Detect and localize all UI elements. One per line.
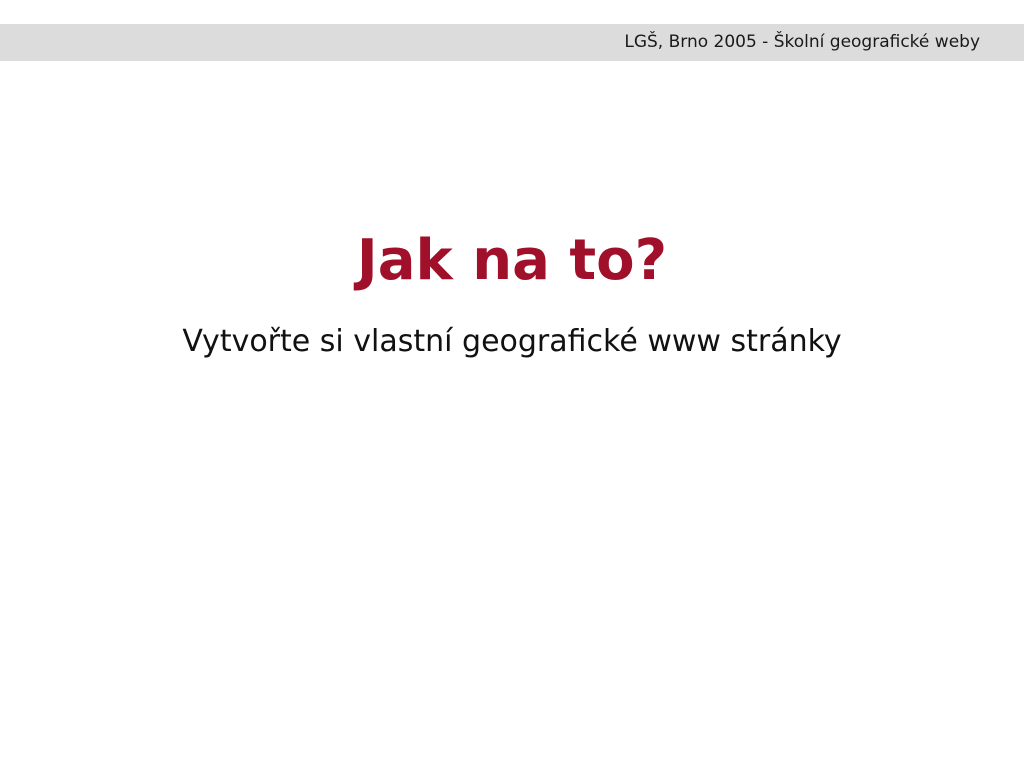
header-bar: LGŠ, Brno 2005 - Školní geografické weby (0, 24, 1024, 61)
presentation-slide: LGŠ, Brno 2005 - Školní geografické weby… (0, 0, 1024, 768)
slide-title: Jak na to? (356, 228, 668, 293)
slide-subtitle: Vytvořte si vlastní geografické www strá… (182, 324, 842, 359)
header-text: LGŠ, Brno 2005 - Školní geografické weby (624, 32, 980, 52)
